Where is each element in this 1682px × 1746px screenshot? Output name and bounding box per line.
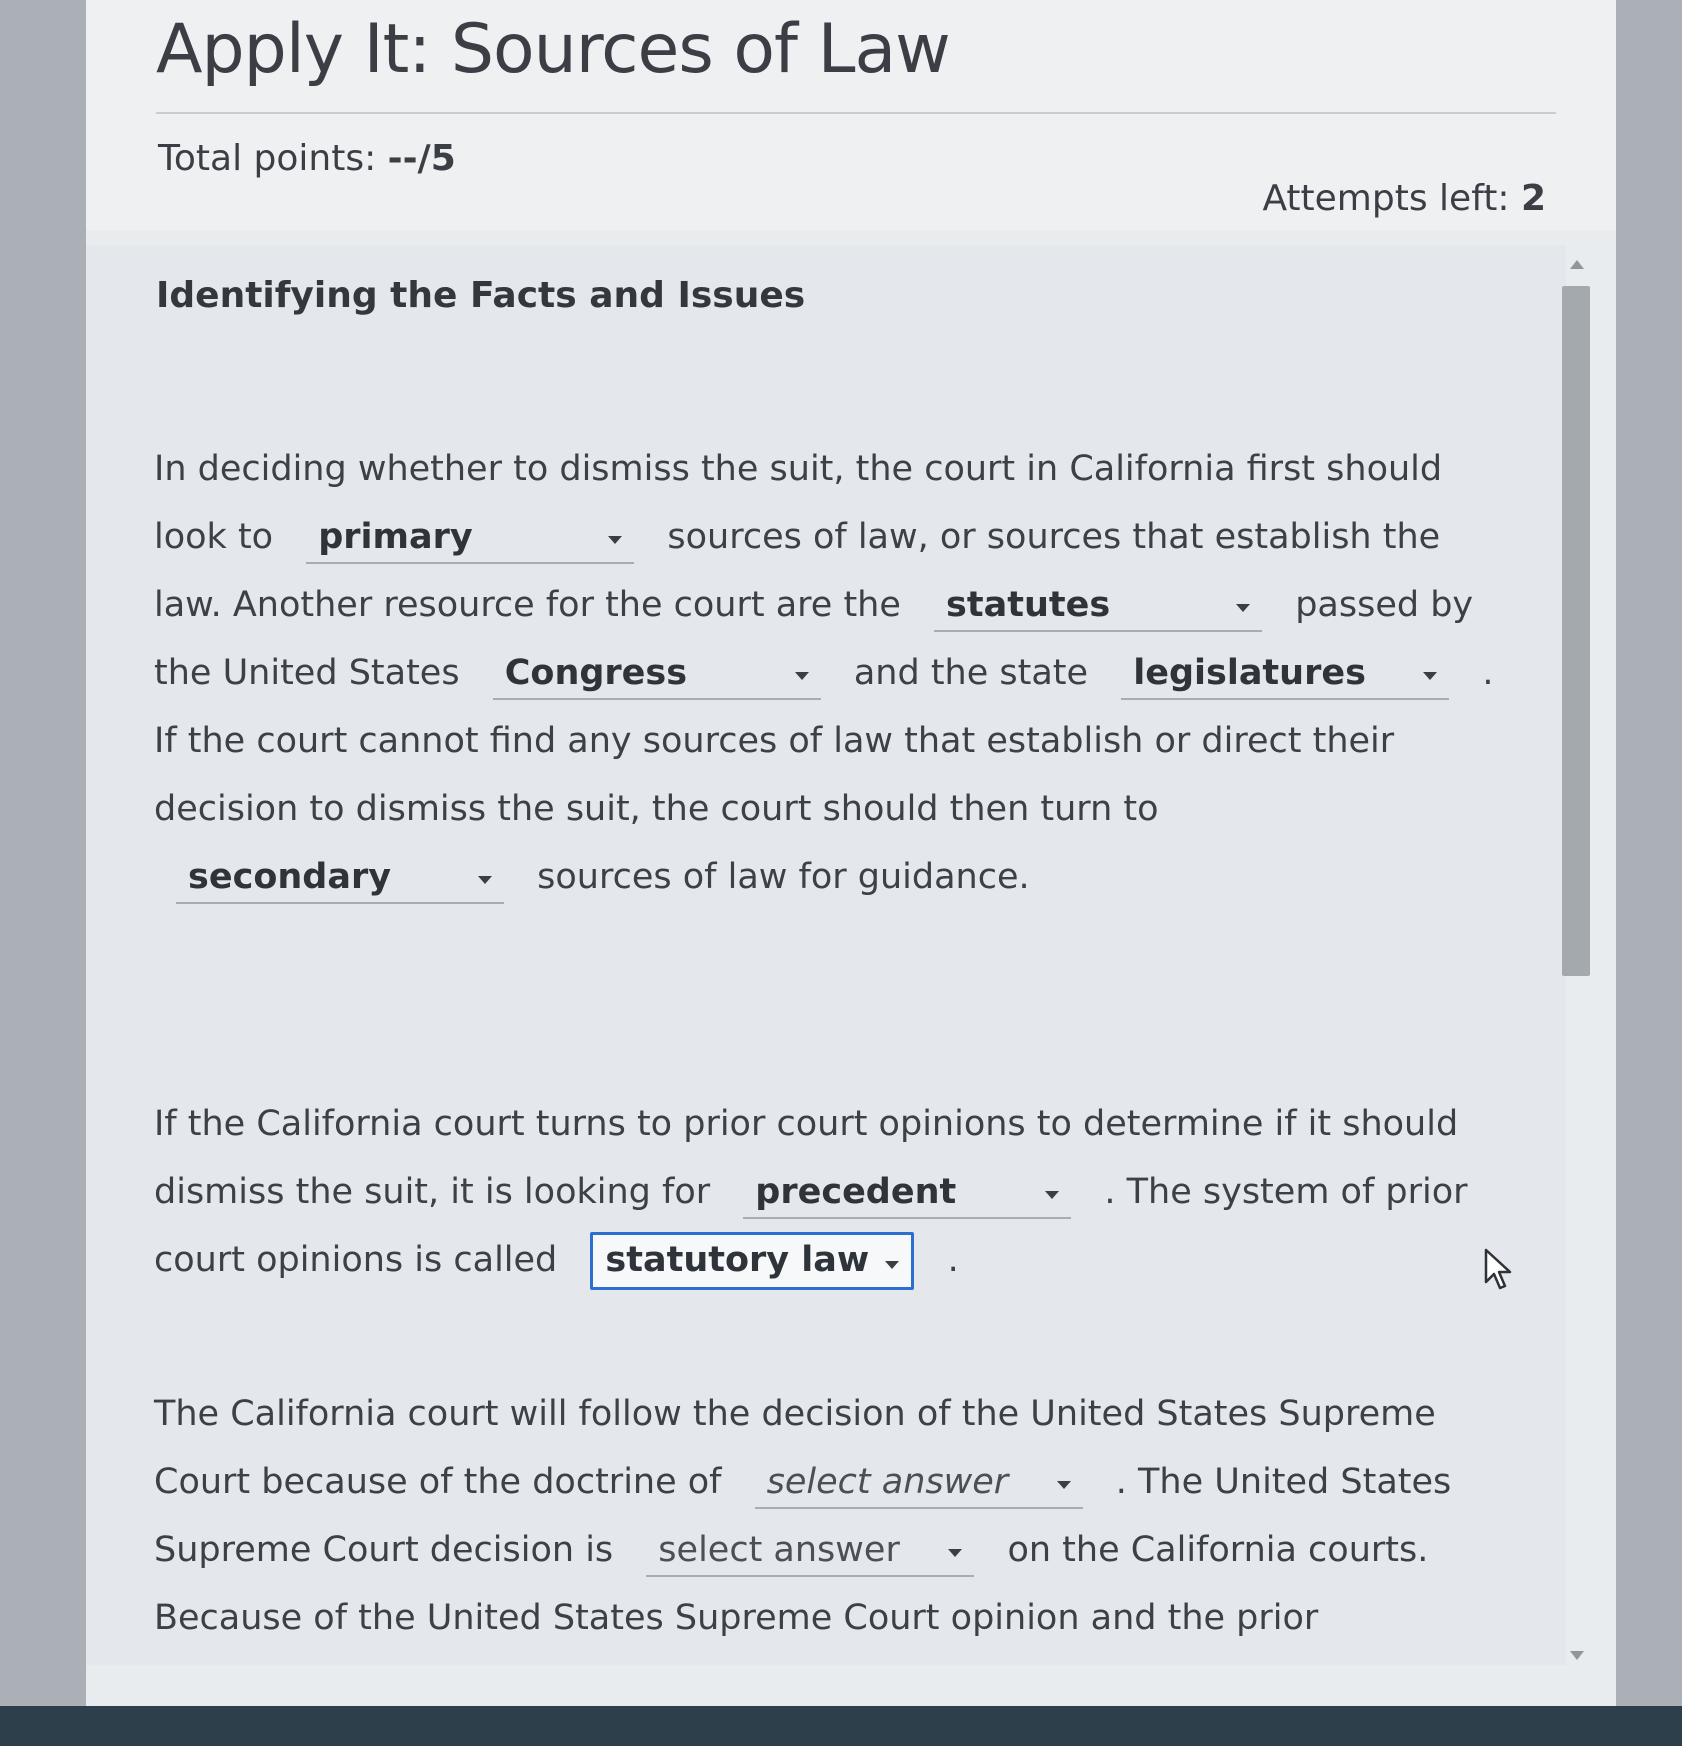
dropdown-selected-value: statutes [946, 585, 1111, 625]
answer-dropdown-precedent[interactable]: precedent [743, 1169, 1072, 1219]
dropdown-selected-value: statutory law [605, 1240, 870, 1280]
title-divider [156, 112, 1556, 114]
chevron-down-icon [948, 1549, 963, 1557]
answer-dropdown-secondary[interactable]: secondary [176, 854, 504, 904]
mouse-pointer-icon [1484, 1248, 1512, 1290]
dropdown-placeholder: select answer [766, 1462, 1009, 1502]
chevron-down-icon [794, 672, 809, 680]
paragraph-text: and the state [853, 653, 1089, 693]
dropdown-selected-value: secondary [188, 857, 392, 897]
dropdown-selected-value: Congress [504, 653, 688, 693]
answer-dropdown-source-type[interactable]: primary [306, 514, 635, 564]
page-title: Apply It: Sources of Law [156, 10, 951, 89]
chevron-down-icon [1045, 1191, 1060, 1199]
chevron-down-icon [478, 876, 492, 884]
dropdown-placeholder: select answer [658, 1530, 900, 1570]
scrollbar-thumb[interactable] [1562, 286, 1590, 976]
attempts-left-value: 2 [1520, 178, 1546, 219]
answer-dropdown-congress[interactable]: Congress [492, 650, 821, 700]
answer-dropdown-legislatures[interactable]: legislatures [1121, 650, 1450, 700]
scroll-up-arrow-icon[interactable] [1570, 260, 1584, 269]
vertical-scrollbar[interactable] [1562, 260, 1592, 1660]
paragraph-text: sources of law for guidance. [537, 857, 1030, 897]
section-title: Identifying the Facts and Issues [156, 275, 806, 316]
attempts-left: Attempts left: 2 [1262, 178, 1546, 219]
chevron-down-icon [608, 536, 623, 544]
answer-dropdown-doctrine[interactable]: select answer [754, 1459, 1083, 1509]
attempts-left-label: Attempts left: [1262, 178, 1510, 219]
dropdown-selected-value: legislatures [1133, 653, 1366, 693]
chevron-down-icon [1236, 604, 1251, 612]
bottom-bar [0, 1706, 1682, 1746]
assignment-page: Apply It: Sources of Law Total points: -… [86, 0, 1616, 1706]
total-points-value: --/5 [387, 138, 456, 179]
scroll-down-arrow-icon[interactable] [1570, 1651, 1584, 1660]
chevron-down-icon [1056, 1481, 1071, 1489]
dropdown-selected-value: precedent [755, 1172, 957, 1212]
question-paragraph-2: If the California court turns to prior c… [154, 1090, 1494, 1294]
dropdown-selected-value: primary [318, 517, 473, 557]
total-points: Total points: --/5 [158, 138, 456, 179]
answer-dropdown-binding[interactable]: select answer [646, 1527, 975, 1577]
answer-dropdown-statutes[interactable]: statutes [934, 582, 1263, 632]
assignment-header: Apply It: Sources of Law Total points: -… [86, 0, 1616, 230]
question-paragraph-1: In deciding whether to dismiss the suit,… [154, 435, 1494, 911]
question-paragraph-3: The California court will follow the dec… [154, 1380, 1494, 1665]
chevron-down-icon [1423, 672, 1438, 680]
total-points-label: Total points: [158, 138, 377, 179]
paragraph-text: . [947, 1240, 959, 1280]
chevron-down-icon [885, 1261, 900, 1269]
answer-dropdown-system-name[interactable]: statutory law [590, 1232, 915, 1290]
question-content[interactable]: Identifying the Facts and Issues In deci… [86, 245, 1566, 1665]
